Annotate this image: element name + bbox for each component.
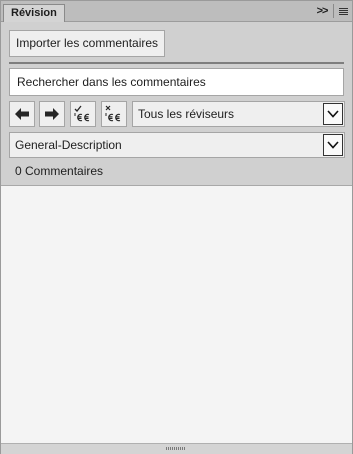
grip-icon <box>166 447 186 450</box>
revision-panel: Révision >> Importer les commentaires Re… <box>0 0 353 454</box>
previous-comment-button[interactable] <box>9 101 35 127</box>
next-comment-button[interactable] <box>39 101 65 127</box>
double-chevron-right-icon[interactable]: >> <box>311 1 333 21</box>
import-comments-button[interactable]: Importer les commentaires <box>9 30 166 57</box>
arrow-right-icon <box>45 108 59 120</box>
reviewer-filter-select[interactable]: Tous les réviseurs <box>132 101 345 127</box>
comments-list-area[interactable] <box>1 186 352 443</box>
panel-resize-handle[interactable] <box>1 443 352 454</box>
hamburger-menu-icon[interactable] <box>334 1 352 21</box>
accept-comment-icon <box>74 105 90 122</box>
panel-tab-bar: Révision >> <box>1 1 352 22</box>
accept-comment-button[interactable] <box>70 101 96 127</box>
arrow-left-icon <box>15 108 29 120</box>
tab-revision[interactable]: Révision <box>3 4 65 22</box>
section-divider <box>9 62 344 64</box>
document-select[interactable]: General-Description <box>9 132 345 158</box>
panel-tab-controls: >> <box>311 1 352 21</box>
chevron-down-icon[interactable] <box>323 103 343 125</box>
reject-comment-icon <box>105 105 121 122</box>
chevron-down-icon[interactable] <box>323 134 343 156</box>
document-select-value: General-Description <box>15 138 122 152</box>
reject-comment-button[interactable] <box>101 101 127 127</box>
search-comments-input[interactable] <box>9 68 344 96</box>
comment-count: 0 Commentaires <box>15 164 104 178</box>
review-controls: Importer les commentaires Rechercher dan… <box>1 22 352 186</box>
reviewer-filter-value: Tous les réviseurs <box>138 107 235 121</box>
